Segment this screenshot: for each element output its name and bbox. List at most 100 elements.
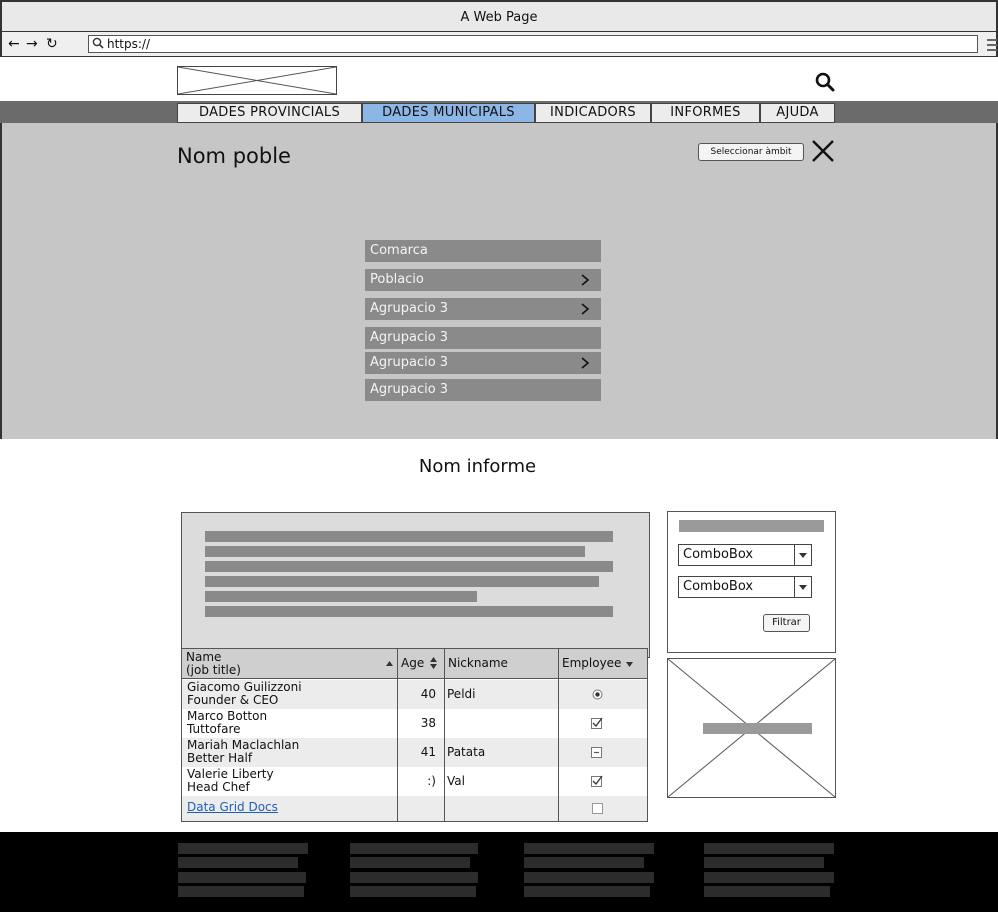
table-row[interactable]: Valerie Liberty Head Chef :) Val — [182, 767, 647, 796]
employee-age: 40 — [420, 687, 436, 701]
column-divider — [444, 649, 445, 821]
checkbox-empty-icon[interactable] — [592, 803, 603, 814]
chevron-right-icon — [581, 357, 590, 369]
chevron-right-icon — [581, 303, 590, 315]
table-row[interactable]: Giacomo Guilizzoni Founder & CEO 40 Peld… — [182, 680, 647, 709]
filter-button[interactable]: Filtrar — [763, 614, 810, 632]
address-bar[interactable]: https:// — [88, 35, 978, 53]
table-row[interactable]: Marco Botton Tuttofare 38 — [182, 709, 647, 738]
employee-nickname: Peldi — [447, 687, 476, 701]
sort-desc-icon[interactable] — [626, 662, 633, 667]
forward-icon[interactable]: → — [26, 35, 38, 53]
menu-item-label: Poblacio — [370, 272, 424, 287]
text-line — [205, 576, 599, 587]
column-divider — [397, 649, 398, 821]
footer-link-placeholder[interactable] — [704, 872, 834, 883]
footer-link-placeholder[interactable] — [178, 886, 304, 897]
search-icon — [92, 37, 104, 49]
sort-both-icon[interactable] — [430, 657, 437, 669]
menu-item-label: Agrupacio 3 — [370, 330, 449, 345]
footer-link-placeholder[interactable] — [704, 886, 830, 897]
scope-menu-item-poblacio[interactable]: Poblacio — [365, 269, 601, 291]
data-grid-docs-link[interactable]: Data Grid Docs — [187, 801, 325, 814]
footer-link-placeholder[interactable] — [350, 886, 476, 897]
column-header-age[interactable]: Age — [401, 657, 424, 670]
chevron-right-icon — [581, 274, 590, 286]
footer-link-placeholder[interactable] — [178, 843, 308, 854]
checkbox-checked-icon[interactable] — [591, 717, 603, 729]
employee-title: Better Half — [187, 751, 253, 765]
scope-menu-item-comarca[interactable]: Comarca — [365, 240, 601, 262]
search-icon[interactable] — [815, 72, 835, 92]
tab-indicadors[interactable]: INDICADORS — [535, 103, 651, 123]
scope-menu-item-agrupacio[interactable]: Agrupacio 3 — [365, 298, 601, 320]
footer-link-placeholder[interactable] — [178, 857, 298, 868]
column-header-name[interactable]: Name (job title) — [186, 651, 241, 677]
employee-age: 38 — [420, 716, 436, 730]
column-header-employee[interactable]: Employee — [562, 657, 621, 670]
employee-age: :) — [427, 774, 436, 788]
column-header-age-label: Age — [401, 656, 425, 670]
scope-menu-item-agrupacio[interactable]: Agrupacio 3 — [365, 352, 601, 374]
employee-title: Founder & CEO — [187, 693, 279, 707]
browser-nav-bar: ← → ↻ https:// — [0, 32, 998, 57]
reload-icon[interactable]: ↻ — [46, 35, 58, 53]
menu-item-label: Agrupacio 3 — [370, 301, 449, 316]
menu-item-label: Agrupacio 3 — [370, 382, 449, 397]
browser-menu-icon[interactable] — [987, 36, 998, 52]
menu-item-label: Comarca — [370, 243, 428, 258]
column-header-nickname[interactable]: Nickname — [448, 657, 508, 670]
tab-dades-municipals[interactable]: DADES MUNICIPALS — [362, 103, 535, 123]
tab-ajuda[interactable]: AJUDA — [760, 103, 835, 123]
logo-placeholder[interactable] — [177, 66, 337, 95]
checkbox-indeterminate-icon[interactable] — [591, 747, 603, 759]
column-header-name-sub: (job title) — [186, 663, 241, 677]
scope-menu-item-agrupacio[interactable]: Agrupacio 3 — [365, 379, 601, 401]
text-line — [205, 591, 477, 602]
footer-link-placeholder[interactable] — [350, 843, 478, 854]
footer-link-placeholder[interactable] — [704, 843, 834, 854]
employee-title: Head Chef — [187, 780, 250, 794]
footer-link-placeholder[interactable] — [350, 857, 470, 868]
footer-link-placeholder[interactable] — [178, 872, 306, 883]
footer-link-placeholder[interactable] — [524, 843, 654, 854]
column-header-employee-label: Employee — [562, 656, 622, 670]
column-header-nickname-label: Nickname — [448, 656, 508, 670]
back-icon[interactable]: ← — [8, 35, 20, 53]
combobox-value: ComboBox — [683, 547, 754, 562]
sort-asc-icon[interactable] — [386, 661, 393, 667]
filter-panel-heading-placeholder — [679, 520, 824, 532]
footer-link-placeholder[interactable] — [350, 872, 478, 883]
footer-link-placeholder[interactable] — [704, 857, 824, 868]
window-title: A Web Page — [460, 10, 538, 25]
report-text-placeholder — [181, 512, 650, 658]
text-line — [205, 561, 613, 572]
chevron-down-icon — [794, 545, 811, 565]
select-scope-button[interactable]: Seleccionar àmbit — [698, 143, 804, 161]
tab-dades-provincials[interactable]: DADES PROVINCIALS — [177, 103, 362, 123]
text-line — [205, 606, 613, 617]
combobox-value: ComboBox — [683, 579, 754, 594]
menu-item-label: Agrupacio 3 — [370, 355, 449, 370]
page-footer — [0, 832, 998, 912]
column-divider — [558, 649, 559, 821]
close-icon[interactable] — [811, 139, 835, 163]
footer-link-placeholder[interactable] — [524, 857, 644, 868]
employee-nickname: Patata — [447, 745, 486, 759]
table-row[interactable]: Mariah Maclachlan Better Half 41 Patata — [182, 738, 647, 767]
footer-link-placeholder[interactable] — [524, 872, 654, 883]
tab-informes[interactable]: INFORMES — [651, 103, 760, 123]
scope-menu-item-agrupacio[interactable]: Agrupacio 3 — [365, 327, 601, 349]
footer-link-placeholder[interactable] — [524, 886, 650, 897]
checkbox-checked-icon[interactable] — [591, 775, 603, 787]
radio-selected-icon[interactable] — [592, 689, 603, 700]
employee-title: Tuttofare — [187, 722, 241, 736]
report-title: Nom informe — [418, 456, 537, 477]
combobox-2[interactable]: ComboBox — [678, 576, 812, 598]
window-title-bar: A Web Page — [0, 0, 998, 32]
combobox-1[interactable]: ComboBox — [678, 544, 812, 566]
text-line — [205, 531, 613, 542]
text-line — [205, 546, 585, 557]
employee-nickname: Val — [447, 774, 465, 788]
table-row: Data Grid Docs — [182, 796, 647, 821]
